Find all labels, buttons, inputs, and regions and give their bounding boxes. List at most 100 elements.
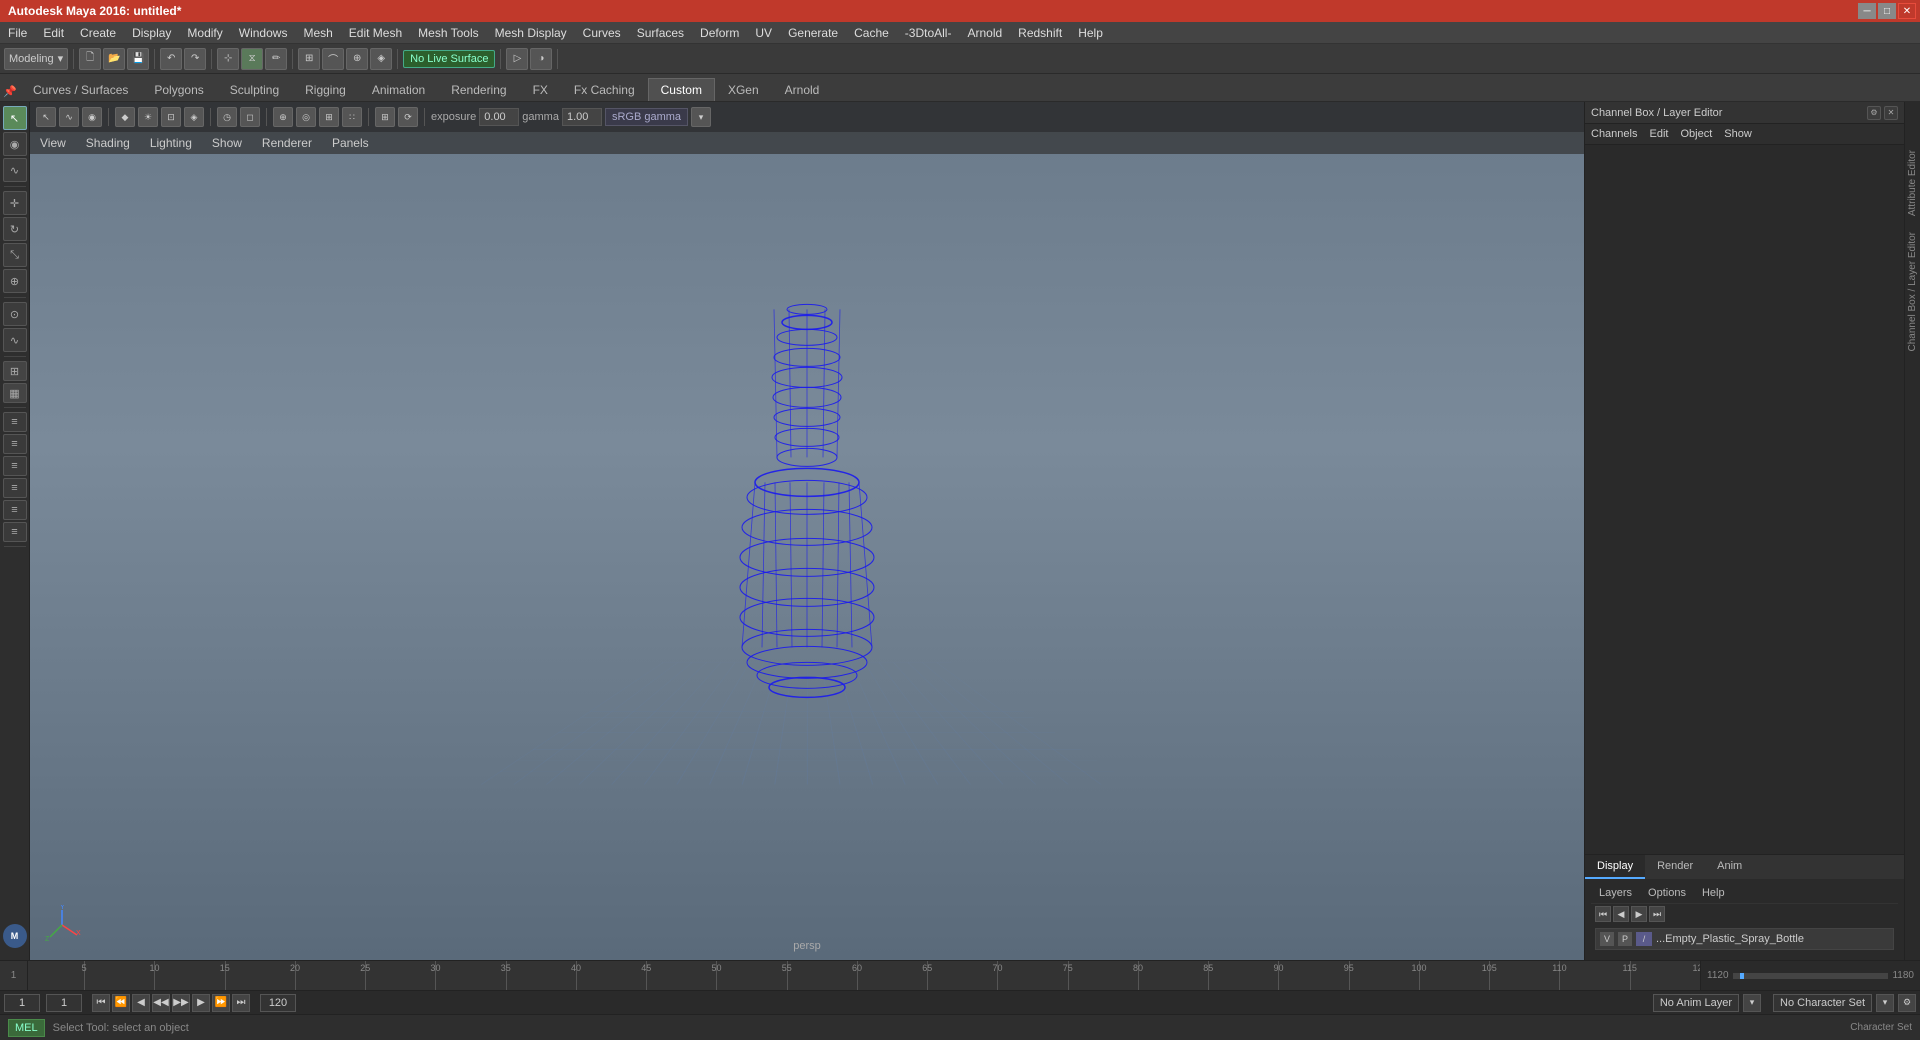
viewport-menu-view[interactable]: View bbox=[30, 132, 76, 154]
vp-x-ray-btn[interactable]: ◈ bbox=[184, 107, 204, 127]
lasso-btn[interactable]: ⧖ bbox=[241, 48, 263, 70]
vp-isolate-btn[interactable]: ◎ bbox=[296, 107, 316, 127]
shelf-tab-rendering[interactable]: Rendering bbox=[438, 78, 519, 101]
save-scene-btn[interactable]: 💾 bbox=[127, 48, 149, 70]
display-opt-7[interactable]: ≡ bbox=[3, 500, 27, 520]
vp-shade-btn[interactable]: ◆ bbox=[115, 107, 135, 127]
shelf-tab-xgen[interactable]: XGen bbox=[715, 78, 772, 101]
layers-subtab[interactable]: Layers bbox=[1595, 885, 1636, 901]
redo-btn[interactable]: ↷ bbox=[184, 48, 206, 70]
new-scene-btn[interactable]: 🗋 bbox=[79, 48, 101, 70]
move-tool-btn[interactable]: ✛ bbox=[3, 191, 27, 215]
playback-end-field[interactable]: 120 bbox=[260, 994, 296, 1012]
layer-ctrl-last[interactable]: ⏭ bbox=[1649, 906, 1665, 922]
shelf-tab-sculpting[interactable]: Sculpting bbox=[217, 78, 292, 101]
shelf-tab-curves--surfaces[interactable]: Curves / Surfaces bbox=[20, 78, 141, 101]
layer-ctrl-next[interactable]: ▶ bbox=[1631, 906, 1647, 922]
channel-box-options-btn[interactable]: ⚙ bbox=[1867, 106, 1881, 120]
anim-layer-field[interactable]: No Anim Layer bbox=[1653, 994, 1739, 1012]
menu-item-generate[interactable]: Generate bbox=[780, 22, 846, 43]
channel-nav-show[interactable]: Show bbox=[1724, 128, 1752, 140]
menu-item-windows[interactable]: Windows bbox=[231, 22, 296, 43]
vp-gamma-field[interactable]: 1.00 bbox=[562, 108, 602, 126]
display-opt-3[interactable]: ≡ bbox=[3, 412, 27, 432]
menu-item-arnold[interactable]: Arnold bbox=[959, 22, 1010, 43]
vp-grid-btn[interactable]: ⊞ bbox=[375, 107, 395, 127]
no-live-surface-badge[interactable]: No Live Surface bbox=[403, 50, 495, 68]
layer-visibility-btn[interactable]: V bbox=[1600, 932, 1614, 946]
playback-start-field[interactable]: 1 bbox=[4, 994, 40, 1012]
vp-show-btn[interactable]: ◻ bbox=[240, 107, 260, 127]
viewport-menu-panels[interactable]: Panels bbox=[322, 132, 379, 154]
render-btn[interactable]: ▷ bbox=[506, 48, 528, 70]
play-fwd-btn[interactable]: ▶▶ bbox=[172, 994, 190, 1012]
shelf-tab-fx-caching[interactable]: Fx Caching bbox=[561, 78, 648, 101]
timeline-ruler[interactable]: 5101520253035404550556065707580859095100… bbox=[28, 961, 1700, 990]
menu-item-edit[interactable]: Edit bbox=[35, 22, 72, 43]
rotate-tool-btn[interactable]: ↻ bbox=[3, 217, 27, 241]
display-opt-5[interactable]: ≡ bbox=[3, 456, 27, 476]
char-set-dropdown[interactable]: ▾ bbox=[1876, 994, 1894, 1012]
viewport-menu-show[interactable]: Show bbox=[202, 132, 252, 154]
display-tab[interactable]: Display bbox=[1585, 855, 1645, 879]
prev-frame-btn[interactable]: ◀ bbox=[132, 994, 150, 1012]
vp-paint-btn[interactable]: ◉ bbox=[82, 107, 102, 127]
next-frame-btn[interactable]: ▶ bbox=[192, 994, 210, 1012]
select-tool-btn[interactable]: ↖ bbox=[3, 106, 27, 130]
channel-box-close-btn[interactable]: ✕ bbox=[1884, 106, 1898, 120]
menu-item-modify[interactable]: Modify bbox=[179, 22, 230, 43]
viewport-menu-shading[interactable]: Shading bbox=[76, 132, 140, 154]
shelf-tab-animation[interactable]: Animation bbox=[359, 78, 438, 101]
vp-exposure-field[interactable]: 0.00 bbox=[479, 108, 519, 126]
options-subtab[interactable]: Options bbox=[1644, 885, 1690, 901]
close-button[interactable]: ✕ bbox=[1898, 3, 1916, 19]
universal-manip-btn[interactable]: ⊕ bbox=[3, 269, 27, 293]
layer-color-btn[interactable]: / bbox=[1636, 932, 1652, 946]
shelf-tab-fx[interactable]: FX bbox=[520, 78, 561, 101]
viewport-menu-renderer[interactable]: Renderer bbox=[252, 132, 322, 154]
open-scene-btn[interactable]: 📂 bbox=[103, 48, 125, 70]
playback-current-field[interactable]: 1 bbox=[46, 994, 82, 1012]
workspace-dropdown[interactable]: Modeling ▾ bbox=[4, 48, 68, 70]
char-set-field[interactable]: No Character Set bbox=[1773, 994, 1872, 1012]
anim-tab[interactable]: Anim bbox=[1705, 855, 1754, 879]
display-opt-1[interactable]: ⊞ bbox=[3, 361, 27, 381]
display-opt-8[interactable]: ≡ bbox=[3, 522, 27, 542]
menu-item-surfaces[interactable]: Surfaces bbox=[629, 22, 692, 43]
channel-nav-object[interactable]: Object bbox=[1680, 128, 1712, 140]
paint-btn[interactable]: ✏ bbox=[265, 48, 287, 70]
help-subtab[interactable]: Help bbox=[1698, 885, 1729, 901]
attribute-editor-tab[interactable]: Attribute Editor bbox=[1905, 142, 1920, 224]
layer-playback-btn[interactable]: P bbox=[1618, 932, 1632, 946]
menu-item-file[interactable]: File bbox=[0, 22, 35, 43]
viewport-menu-lighting[interactable]: Lighting bbox=[140, 132, 202, 154]
vp-transform-btn[interactable]: ⊕ bbox=[273, 107, 293, 127]
layer-ctrl-first[interactable]: ⏮ bbox=[1595, 906, 1611, 922]
menu-item-uv[interactable]: UV bbox=[747, 22, 780, 43]
menu-item-create[interactable]: Create bbox=[72, 22, 124, 43]
render-tab[interactable]: Render bbox=[1645, 855, 1705, 879]
undo-btn[interactable]: ↶ bbox=[160, 48, 182, 70]
go-to-end-btn[interactable]: ⏭ bbox=[232, 994, 250, 1012]
scale-tool-btn[interactable]: ⤡ bbox=[3, 243, 27, 267]
menu-item--3dtoall-[interactable]: -3DtoAll- bbox=[897, 22, 960, 43]
vp-select-btn[interactable]: ↖ bbox=[36, 107, 56, 127]
menu-item-redshift[interactable]: Redshift bbox=[1010, 22, 1070, 43]
display-opt-2[interactable]: ▦ bbox=[3, 383, 27, 403]
snap-grid-btn[interactable]: ⊞ bbox=[298, 48, 320, 70]
shelf-tab-polygons[interactable]: Polygons bbox=[141, 78, 216, 101]
shelf-tab-rigging[interactable]: Rigging bbox=[292, 78, 359, 101]
menu-item-deform[interactable]: Deform bbox=[692, 22, 747, 43]
sculpt-btn[interactable]: ∿ bbox=[3, 328, 27, 352]
shelf-tab-custom[interactable]: Custom bbox=[648, 78, 715, 101]
go-to-start-btn[interactable]: ⏮ bbox=[92, 994, 110, 1012]
display-opt-6[interactable]: ≡ bbox=[3, 478, 27, 498]
menu-item-mesh-display[interactable]: Mesh Display bbox=[487, 22, 575, 43]
layer-ctrl-prev[interactable]: ◀ bbox=[1613, 906, 1629, 922]
maximize-button[interactable]: □ bbox=[1878, 3, 1896, 19]
channel-box-tab[interactable]: Channel Box / Layer Editor bbox=[1905, 224, 1920, 360]
channel-nav-edit[interactable]: Edit bbox=[1649, 128, 1668, 140]
vp-light-btn[interactable]: ☀ bbox=[138, 107, 158, 127]
vp-snap-btn[interactable]: ⊞ bbox=[319, 107, 339, 127]
snap-view-btn[interactable]: ◈ bbox=[370, 48, 392, 70]
